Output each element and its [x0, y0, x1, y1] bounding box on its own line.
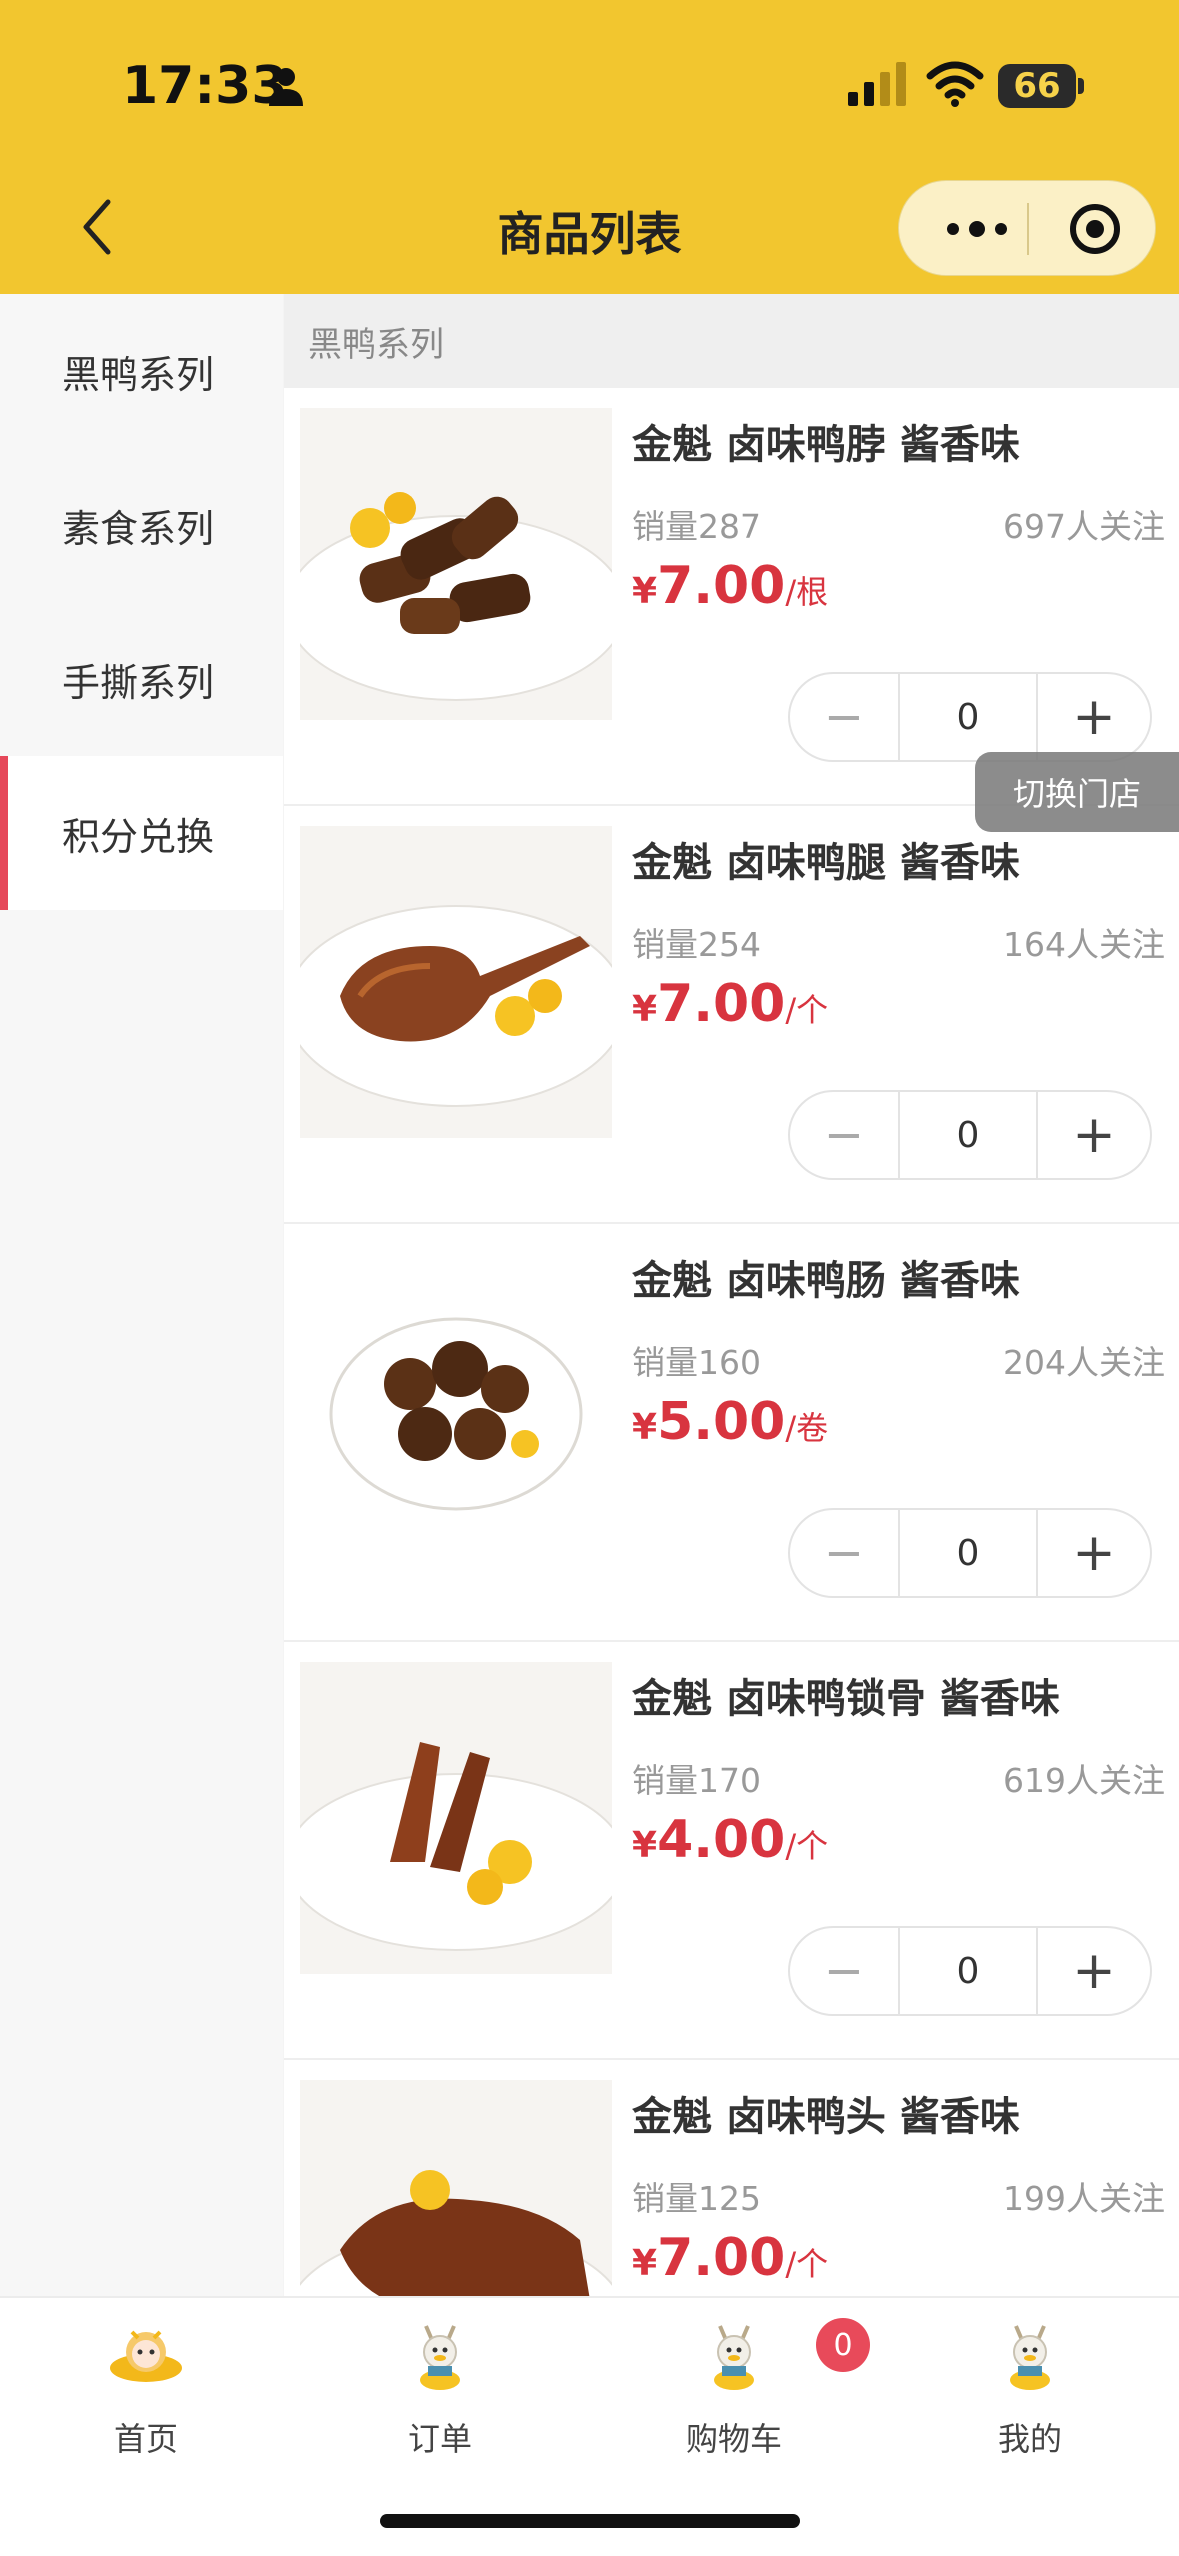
product-price: ¥5.00/卷	[632, 1392, 828, 1452]
product-image	[300, 408, 612, 720]
sidebar-item-label: 素食系列	[62, 506, 215, 551]
quantity-stepper: − 0 +	[788, 1508, 1152, 1598]
sidebar-item-black-duck[interactable]: 黑鸭系列	[0, 294, 283, 448]
sidebar-item-vegetarian[interactable]: 素食系列	[0, 448, 283, 602]
tab-label: 订单	[407, 2420, 472, 2458]
product-card[interactable]: 金魁 卤味鸭锁骨 酱香味 销量170 619人关注 ¥4.00/个 − 0 +	[284, 1642, 1179, 2060]
minus-button[interactable]: −	[790, 1510, 898, 1596]
category-sidebar: 黑鸭系列 素食系列 手撕系列 积分兑换	[0, 294, 283, 2296]
price-value: 5.00	[657, 1392, 786, 1452]
product-followers: 164人关注	[1003, 925, 1165, 964]
tab-label: 购物车	[685, 2420, 782, 2458]
more-dots-icon[interactable]	[939, 201, 1015, 257]
cart-mascot-icon	[714, 2325, 754, 2390]
product-card[interactable]: 金魁 卤味鸭头 酱香味 销量125 199人关注 ¥7.00/个	[284, 2060, 1179, 2296]
price-unit: /个	[785, 2245, 829, 2283]
mini-program-capsule	[898, 180, 1156, 276]
product-image	[300, 1662, 612, 1974]
sidebar-item-label: 手撕系列	[62, 660, 215, 705]
person-icon	[269, 68, 303, 106]
top-header: 17:33 66 商品列表	[0, 0, 1179, 294]
order-mascot-icon	[420, 2325, 460, 2390]
product-followers: 204人关注	[1003, 1343, 1165, 1382]
tab-home[interactable]: 首页	[46, 2318, 246, 2468]
plus-button[interactable]: +	[1038, 1928, 1150, 2014]
product-price: ¥4.00/个	[632, 1810, 828, 1870]
product-followers: 619人关注	[1003, 1761, 1165, 1800]
price-value: 4.00	[657, 1810, 786, 1870]
product-sales: 销量287	[632, 507, 761, 546]
signal-icon	[848, 62, 906, 106]
price-unit: /根	[785, 573, 829, 611]
product-price: ¥7.00/个	[632, 2228, 828, 2288]
plus-button[interactable]: +	[1038, 674, 1150, 760]
sidebar-item-label: 黑鸭系列	[62, 352, 215, 397]
quantity-value[interactable]: 0	[898, 1928, 1038, 2014]
tab-label: 我的	[997, 2420, 1062, 2458]
price-value: 7.00	[657, 556, 786, 616]
price-unit: /个	[785, 991, 829, 1029]
product-sales: 销量170	[632, 1761, 761, 1800]
currency-symbol: ¥	[632, 571, 658, 612]
currency-symbol: ¥	[632, 1825, 658, 1866]
product-image	[300, 826, 612, 1138]
currency-symbol: ¥	[632, 2243, 658, 2284]
quantity-value[interactable]: 0	[898, 674, 1038, 760]
quantity-value[interactable]: 0	[898, 1510, 1038, 1596]
home-mascot-icon	[110, 2330, 182, 2382]
product-card[interactable]: 金魁 卤味鸭腿 酱香味 销量254 164人关注 ¥7.00/个 − 0 +	[284, 806, 1179, 1224]
product-followers: 199人关注	[1003, 2179, 1165, 2218]
product-followers: 697人关注	[1003, 507, 1165, 546]
product-list[interactable]: 黑鸭系列 金魁 卤味鸭脖 酱香味 销量287 697人关注 ¥7.00/根 − …	[284, 294, 1179, 2296]
product-price: ¥7.00/个	[632, 974, 828, 1034]
product-card[interactable]: 金魁 卤味鸭肠 酱香味 销量160 204人关注 ¥5.00/卷 − 0 +	[284, 1224, 1179, 1642]
minus-button[interactable]: −	[790, 674, 898, 760]
product-sales: 销量125	[632, 2179, 761, 2218]
tab-orders[interactable]: 订单	[340, 2318, 540, 2468]
minus-button[interactable]: −	[790, 1928, 898, 2014]
quantity-stepper: − 0 +	[788, 672, 1152, 762]
product-name: 金魁 卤味鸭腿 酱香味	[632, 840, 1020, 886]
quantity-stepper: − 0 +	[788, 1090, 1152, 1180]
section-header: 黑鸭系列	[284, 294, 1179, 388]
switch-store-button[interactable]: 切换门店	[975, 752, 1179, 832]
quantity-value[interactable]: 0	[898, 1092, 1038, 1178]
product-name: 金魁 卤味鸭锁骨 酱香味	[632, 1676, 1060, 1722]
tab-label: 首页	[113, 2420, 178, 2458]
product-name: 金魁 卤味鸭肠 酱香味	[632, 1258, 1020, 1304]
price-unit: /个	[785, 1827, 829, 1865]
battery-icon: 66	[998, 64, 1076, 108]
product-card[interactable]: 金魁 卤味鸭脖 酱香味 销量287 697人关注 ¥7.00/根 − 0 +	[284, 388, 1179, 806]
currency-symbol: ¥	[632, 1407, 658, 1448]
product-sales: 销量254	[632, 925, 761, 964]
price-value: 7.00	[657, 974, 786, 1034]
minus-button[interactable]: −	[790, 1092, 898, 1178]
price-value: 7.00	[657, 2228, 786, 2288]
battery-cap	[1078, 78, 1084, 94]
capsule-divider	[1027, 203, 1029, 255]
wifi-icon	[926, 61, 984, 107]
cart-count-badge: 0	[816, 2318, 870, 2372]
product-price: ¥7.00/根	[632, 556, 828, 616]
product-image	[300, 2080, 612, 2296]
product-name: 金魁 卤味鸭脖 酱香味	[632, 422, 1020, 468]
profile-mascot-icon	[1010, 2325, 1050, 2390]
product-sales: 销量160	[632, 1343, 761, 1382]
currency-symbol: ¥	[632, 989, 658, 1030]
price-unit: /卷	[785, 1409, 829, 1447]
home-indicator	[380, 2514, 800, 2528]
plus-button[interactable]: +	[1038, 1092, 1150, 1178]
sidebar-item-hand-torn[interactable]: 手撕系列	[0, 602, 283, 756]
product-name: 金魁 卤味鸭头 酱香味	[632, 2094, 1020, 2140]
plus-button[interactable]: +	[1038, 1510, 1150, 1596]
tab-profile[interactable]: 我的	[930, 2318, 1130, 2468]
close-target-icon[interactable]	[1069, 203, 1121, 255]
sidebar-item-label: 积分兑换	[62, 814, 215, 859]
product-image	[300, 1244, 612, 1556]
tab-cart[interactable]: 购物车	[634, 2318, 834, 2468]
status-time: 17:33	[122, 56, 288, 116]
quantity-stepper: − 0 +	[788, 1926, 1152, 2016]
sidebar-item-points-exchange[interactable]: 积分兑换	[0, 756, 283, 910]
